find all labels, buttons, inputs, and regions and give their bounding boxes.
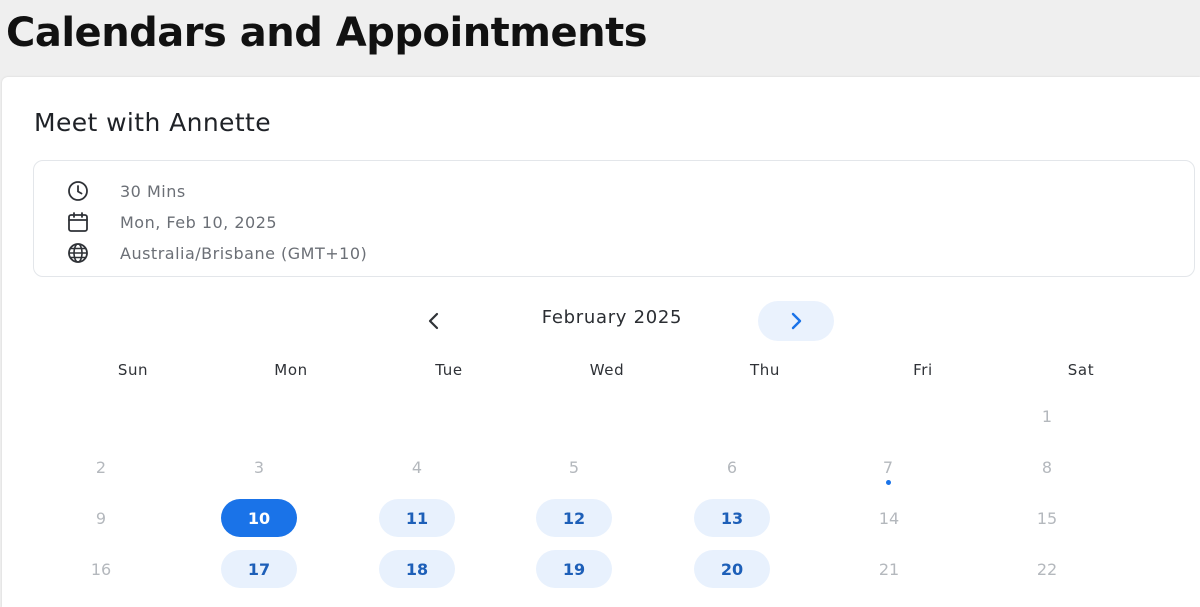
day-cell-available[interactable]: 13 <box>694 499 770 537</box>
day-cell: 2 <box>95 457 107 477</box>
day-cell: 8 <box>1041 457 1053 477</box>
day-cell: 3 <box>253 457 265 477</box>
weekday-wed: Wed <box>589 361 625 379</box>
duration-row: 30 Mins <box>66 179 186 203</box>
day-cell: 14 <box>878 508 900 528</box>
day-cell-available[interactable]: 20 <box>694 550 770 588</box>
meeting-details-box: 30 Mins Mon, Feb 10, 2025 Australia/Bris… <box>33 160 1195 277</box>
weekday-tue: Tue <box>435 361 463 379</box>
calendar-icon <box>66 210 96 234</box>
date-row: Mon, Feb 10, 2025 <box>66 210 277 234</box>
timezone-row: Australia/Brisbane (GMT+10) <box>66 241 367 265</box>
next-month-button[interactable] <box>758 301 834 341</box>
booking-card: Meet with Annette 30 Mins Mon, Feb 10, 2… <box>2 77 1200 607</box>
prev-month-button[interactable] <box>412 301 456 341</box>
duration-text: 30 Mins <box>120 181 186 201</box>
weekday-thu: Thu <box>750 361 780 379</box>
day-cell: 15 <box>1036 508 1058 528</box>
day-cell-available[interactable]: 17 <box>221 550 297 588</box>
day-cell: 22 <box>1036 559 1058 579</box>
day-cell-available[interactable]: 11 <box>379 499 455 537</box>
day-cell: 5 <box>568 457 580 477</box>
page-heading: Calendars and Appointments <box>6 10 648 56</box>
day-cell-available[interactable]: 18 <box>379 550 455 588</box>
clock-icon <box>66 179 96 203</box>
day-cell: 9 <box>95 508 107 528</box>
day-cell-selected[interactable]: 10 <box>221 499 297 537</box>
timezone-text: Australia/Brisbane (GMT+10) <box>120 243 368 263</box>
chevron-right-icon <box>791 312 802 330</box>
day-cell: 1 <box>1041 406 1053 426</box>
meeting-title: Meet with Annette <box>34 108 272 137</box>
day-cell: 6 <box>726 457 738 477</box>
day-cell-available[interactable]: 12 <box>536 499 612 537</box>
globe-icon <box>66 241 96 265</box>
weekday-fri: Fri <box>913 361 933 379</box>
weekday-sun: Sun <box>117 361 149 379</box>
day-cell-available[interactable]: 19 <box>536 550 612 588</box>
day-cell: 16 <box>90 559 112 579</box>
day-cell: 21 <box>878 559 900 579</box>
month-label: February 2025 <box>541 307 683 328</box>
date-text: Mon, Feb 10, 2025 <box>120 212 278 232</box>
day-cell: 4 <box>411 457 423 477</box>
today-indicator-dot <box>886 480 891 485</box>
weekday-mon: Mon <box>274 361 308 379</box>
chevron-left-icon <box>428 312 439 330</box>
weekday-sat: Sat <box>1067 361 1095 379</box>
